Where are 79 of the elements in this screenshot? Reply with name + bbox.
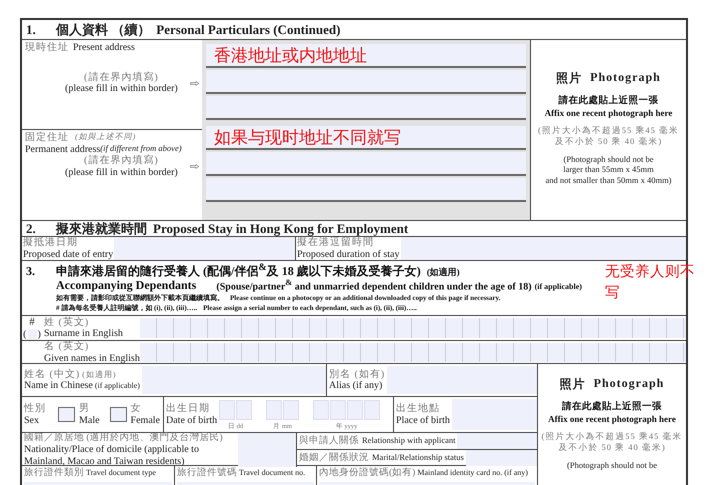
field-note: (if different from above) [100, 144, 182, 154]
field-label: Permanent address [25, 144, 100, 154]
fill-hint: (please fill in within border) [65, 83, 178, 94]
field-label: Present address [73, 42, 135, 54]
applicable-note: (if applicable) [534, 282, 582, 292]
option-label: 女 [130, 403, 143, 415]
photo-size-note: 及不小於 50 乘 40 毫米) [554, 136, 662, 147]
field-label: 姓名 (中文) [24, 368, 80, 380]
fill-hint: (請在界內填寫) [84, 72, 159, 83]
photo-size-note: 及不小於 50 乘 40 毫米) [558, 443, 666, 453]
field-label: 別名 (如有) [329, 368, 386, 380]
photo-size-note: (照片大小為不超過55 乘45 毫米 [541, 432, 683, 442]
field-label: 名 (英文) [44, 341, 90, 353]
photo-title: 照片 [560, 376, 586, 394]
section-title: Proposed Stay in Hong Kong for Employment [153, 222, 408, 235]
fill-hint: (please fill in within border) [65, 166, 178, 178]
bracket: ) [38, 328, 41, 340]
field-label: Proposed date of entry [23, 248, 114, 260]
field-label: 出生地點 [396, 403, 441, 415]
field-label: Date of birth [166, 414, 218, 426]
bracket: ( [23, 328, 26, 340]
photo-title: Photograph [590, 70, 661, 86]
photo-instruction: 請在此處貼上近照一張 [562, 400, 662, 414]
field-label: 旅行證件號碼 [177, 468, 237, 480]
section-title: Personal Particulars (Continued) [156, 21, 340, 38]
option-label: Male [79, 414, 100, 426]
serial-mark: # [29, 316, 35, 329]
field-label: 擬抵港日期 [23, 237, 79, 248]
field-note: (如與上述不同) [75, 132, 136, 143]
field-label: Alias (if any) [329, 380, 384, 392]
field-label: 出生日期 [166, 403, 211, 415]
option-label: Female [130, 414, 160, 426]
field-label: Marital/Relationship status [372, 453, 464, 464]
field-label: Sex [24, 414, 40, 426]
address-field[interactable]: 香港地址或内地地址 [206, 44, 526, 68]
photo-title: 照片 [556, 70, 582, 87]
field-label: Place of birth [396, 414, 450, 426]
fill-hint: (請在界內填寫) [84, 155, 159, 166]
section-number: 1. [26, 21, 37, 38]
field-label: Travel document type [86, 468, 156, 478]
section-title: 個人資料 （續） [56, 21, 150, 38]
field-label: 國籍／原居地 (適用於內地、澳門及台灣居民) [24, 433, 224, 444]
field-label: Proposed duration of stay [297, 248, 400, 260]
section-subtitle: (Spouse/partner$^{&}$ and unmarried dependent children under the age of 18) [216, 278, 532, 292]
field-label: 旅行證件類別 [24, 468, 84, 480]
photo-instruction: Affix one recent photograph here [544, 108, 672, 118]
section-title: Accompanying Dependants [56, 278, 196, 294]
section-number: 3. [26, 264, 36, 279]
section-title: 擬來港就業時間 [56, 222, 147, 235]
option-label: 男 [79, 403, 91, 415]
field-label: 擬在港逗留時間 [297, 237, 375, 248]
field-label: Mainland identity card no. (if any) [417, 468, 528, 478]
field-label: Relationship with applicant [362, 436, 456, 446]
photo-size-note: (Photograph should not be [564, 154, 654, 164]
field-label: 與申請人關係 [299, 436, 359, 447]
field-label: 固定住址 [25, 132, 69, 144]
field-label: 姓 (英文) [44, 316, 90, 328]
field-label: Surname in English [44, 328, 124, 340]
photo-title: Photograph [594, 376, 664, 392]
field-label: 婚姻／關係狀況 [299, 452, 369, 464]
field-label: Name in Chinese [24, 380, 93, 392]
photo-size-note: and not smaller than 50mm x 40mm) [545, 176, 672, 186]
section-number: 2. [26, 222, 37, 235]
field-label: Travel document no. [239, 468, 306, 478]
photo-instruction: Affix one recent photograph here [548, 414, 676, 424]
photo-size-note: (Photograph should not be [567, 460, 657, 471]
applicable-note: (如適用) [426, 266, 460, 279]
photo-size-note: larger than 55mm x 45mm [563, 165, 654, 176]
field-label: Given names in English [44, 352, 138, 364]
field-label: Nationality/Place of domicile (applicable to Mainland, Macao and Taiwan residents) [24, 444, 200, 467]
section-title: 申請來港居留的隨行受養人 (配偶/伴侶$^{&}$及 18 歲以下未婚及受養子女) [56, 262, 421, 280]
address-field[interactable]: 如果与现时地址不同就写 [206, 126, 526, 150]
field-label: 性別 [24, 403, 46, 415]
field-note: (如適用) [82, 370, 116, 380]
photo-size-note: (照片大小為不超過55 乘45 毫米 [538, 126, 680, 136]
field-label: 現時住址 [25, 42, 69, 54]
field-note: (if applicable) [94, 381, 140, 391]
photo-instruction: 請在此處貼上近照一張 [558, 94, 658, 107]
field-label: 內地身份證號碼(如有) [319, 468, 416, 480]
